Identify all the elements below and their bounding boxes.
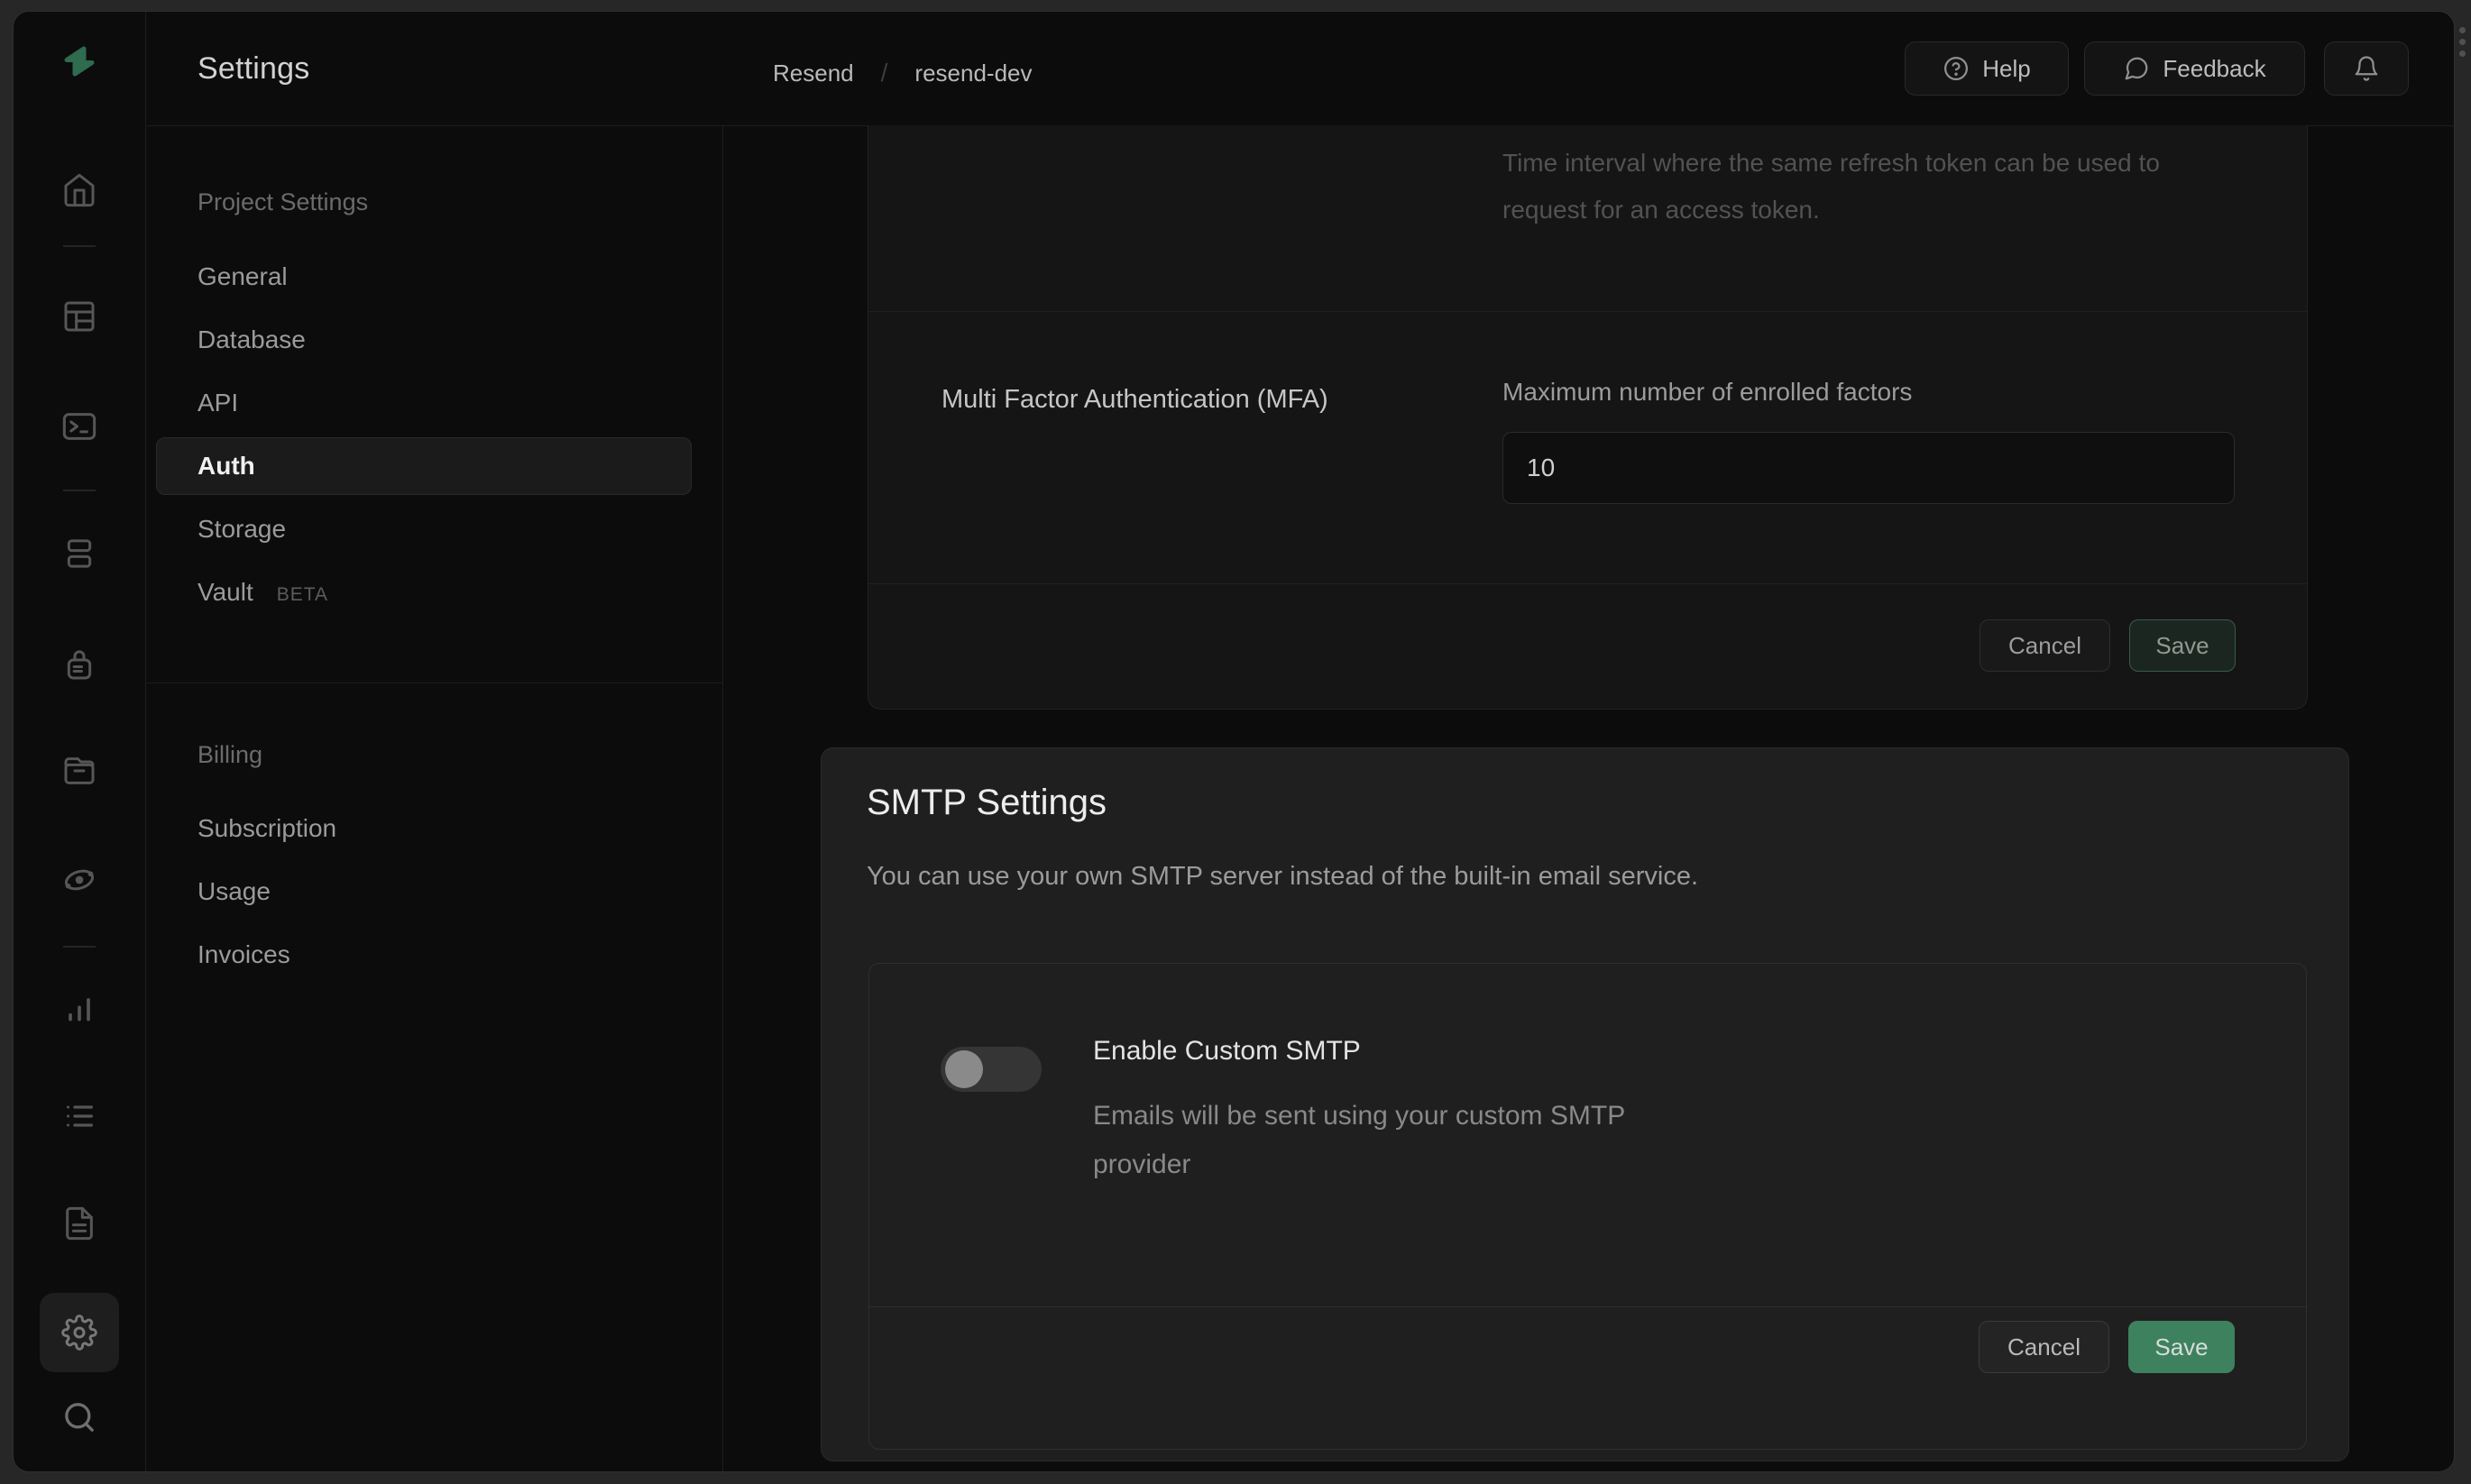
nav-item-subscription[interactable]: Subscription xyxy=(197,811,336,847)
nav-item-database[interactable]: Database xyxy=(197,322,306,358)
nav-item-vault-label: Vault xyxy=(197,578,253,606)
enable-custom-smtp-label: Enable Custom SMTP xyxy=(1093,1036,1361,1067)
feedback-button-label: Feedback xyxy=(2163,55,2265,83)
logs-icon[interactable] xyxy=(60,1096,99,1136)
toggle-knob xyxy=(945,1050,983,1088)
mfa-section-label: Multi Factor Authentication (MFA) xyxy=(942,385,1328,415)
settings-gear-icon[interactable] xyxy=(60,1313,99,1352)
smtp-settings-card: SMTP Settings You can use your own SMTP … xyxy=(821,747,2349,1461)
frame-dot xyxy=(2459,39,2466,45)
table-editor-icon[interactable] xyxy=(60,297,99,336)
help-button-label: Help xyxy=(1982,55,2030,83)
auth-cancel-button[interactable]: Cancel xyxy=(1980,619,2110,672)
top-header: Settings Resend / resend-dev Help Feedba… xyxy=(145,12,2454,126)
settings-nav-panel: Project Settings General Database API Au… xyxy=(145,125,723,1471)
nav-item-general[interactable]: General xyxy=(197,259,288,295)
reports-icon[interactable] xyxy=(60,989,99,1029)
nav-item-api[interactable]: API xyxy=(197,385,238,421)
nav-section-heading: Project Settings xyxy=(197,188,368,216)
smtp-form-panel: Enable Custom SMTP Emails will be sent u… xyxy=(868,963,2307,1450)
card-divider xyxy=(868,311,2307,312)
auth-lock-icon[interactable] xyxy=(60,645,99,684)
nav-section-heading: Billing xyxy=(197,741,262,769)
auth-settings-card: Time interval where the same refresh tok… xyxy=(868,125,2308,710)
enable-custom-smtp-toggle[interactable] xyxy=(941,1047,1042,1092)
auth-save-button[interactable]: Save xyxy=(2129,619,2236,672)
supabase-logo-icon[interactable] xyxy=(60,41,99,81)
rail-divider xyxy=(63,946,96,948)
panel-divider xyxy=(869,1306,2306,1307)
notifications-button[interactable] xyxy=(2324,41,2409,96)
main-content: Time interval where the same refresh tok… xyxy=(722,125,2454,1471)
breadcrumb: Resend / resend-dev xyxy=(773,59,1032,87)
smtp-card-title: SMTP Settings xyxy=(867,783,1107,823)
max-factors-label: Maximum number of enrolled factors xyxy=(1502,378,1912,407)
database-icon[interactable] xyxy=(60,534,99,573)
sql-editor-icon[interactable] xyxy=(60,407,99,446)
bell-icon xyxy=(2353,55,2380,82)
smtp-cancel-button[interactable]: Cancel xyxy=(1979,1321,2109,1373)
nav-item-invoices[interactable]: Invoices xyxy=(197,937,290,973)
storage-icon[interactable] xyxy=(60,751,99,791)
feedback-bubble-icon xyxy=(2123,55,2150,82)
smtp-card-description: You can use your own SMTP server instead… xyxy=(867,862,1698,892)
nav-item-vault[interactable]: Vault BETA xyxy=(197,574,328,610)
search-icon[interactable] xyxy=(60,1397,99,1437)
app-window: Settings Resend / resend-dev Help Feedba… xyxy=(13,11,2455,1472)
help-circle-icon xyxy=(1943,55,1970,82)
icon-sidebar xyxy=(14,12,146,1471)
page-title: Settings xyxy=(197,51,309,87)
nav-item-auth[interactable]: Auth xyxy=(197,448,255,484)
home-icon[interactable] xyxy=(60,170,99,210)
refresh-token-description: Time interval where the same refresh tok… xyxy=(1502,140,2233,234)
card-divider xyxy=(868,583,2307,584)
frame-dot xyxy=(2459,50,2466,57)
rail-divider xyxy=(63,245,96,247)
docs-icon[interactable] xyxy=(60,1204,99,1243)
smtp-save-button[interactable]: Save xyxy=(2128,1321,2235,1373)
edge-functions-icon[interactable] xyxy=(60,860,99,900)
frame-dot xyxy=(2459,27,2466,33)
breadcrumb-project[interactable]: resend-dev xyxy=(914,60,1032,87)
rail-divider xyxy=(63,490,96,491)
nav-divider xyxy=(145,682,722,683)
desktop-frame: Settings Resend / resend-dev Help Feedba… xyxy=(0,0,2471,1484)
nav-item-usage[interactable]: Usage xyxy=(197,874,271,910)
beta-badge: BETA xyxy=(277,584,328,605)
enable-custom-smtp-description: Emails will be sent using your custom SM… xyxy=(1093,1092,1715,1189)
nav-item-storage[interactable]: Storage xyxy=(197,511,286,547)
help-button[interactable]: Help xyxy=(1905,41,2069,96)
breadcrumb-org[interactable]: Resend xyxy=(773,60,854,87)
breadcrumb-separator: / xyxy=(881,59,888,87)
feedback-button[interactable]: Feedback xyxy=(2084,41,2305,96)
max-factors-input[interactable] xyxy=(1502,432,2235,504)
